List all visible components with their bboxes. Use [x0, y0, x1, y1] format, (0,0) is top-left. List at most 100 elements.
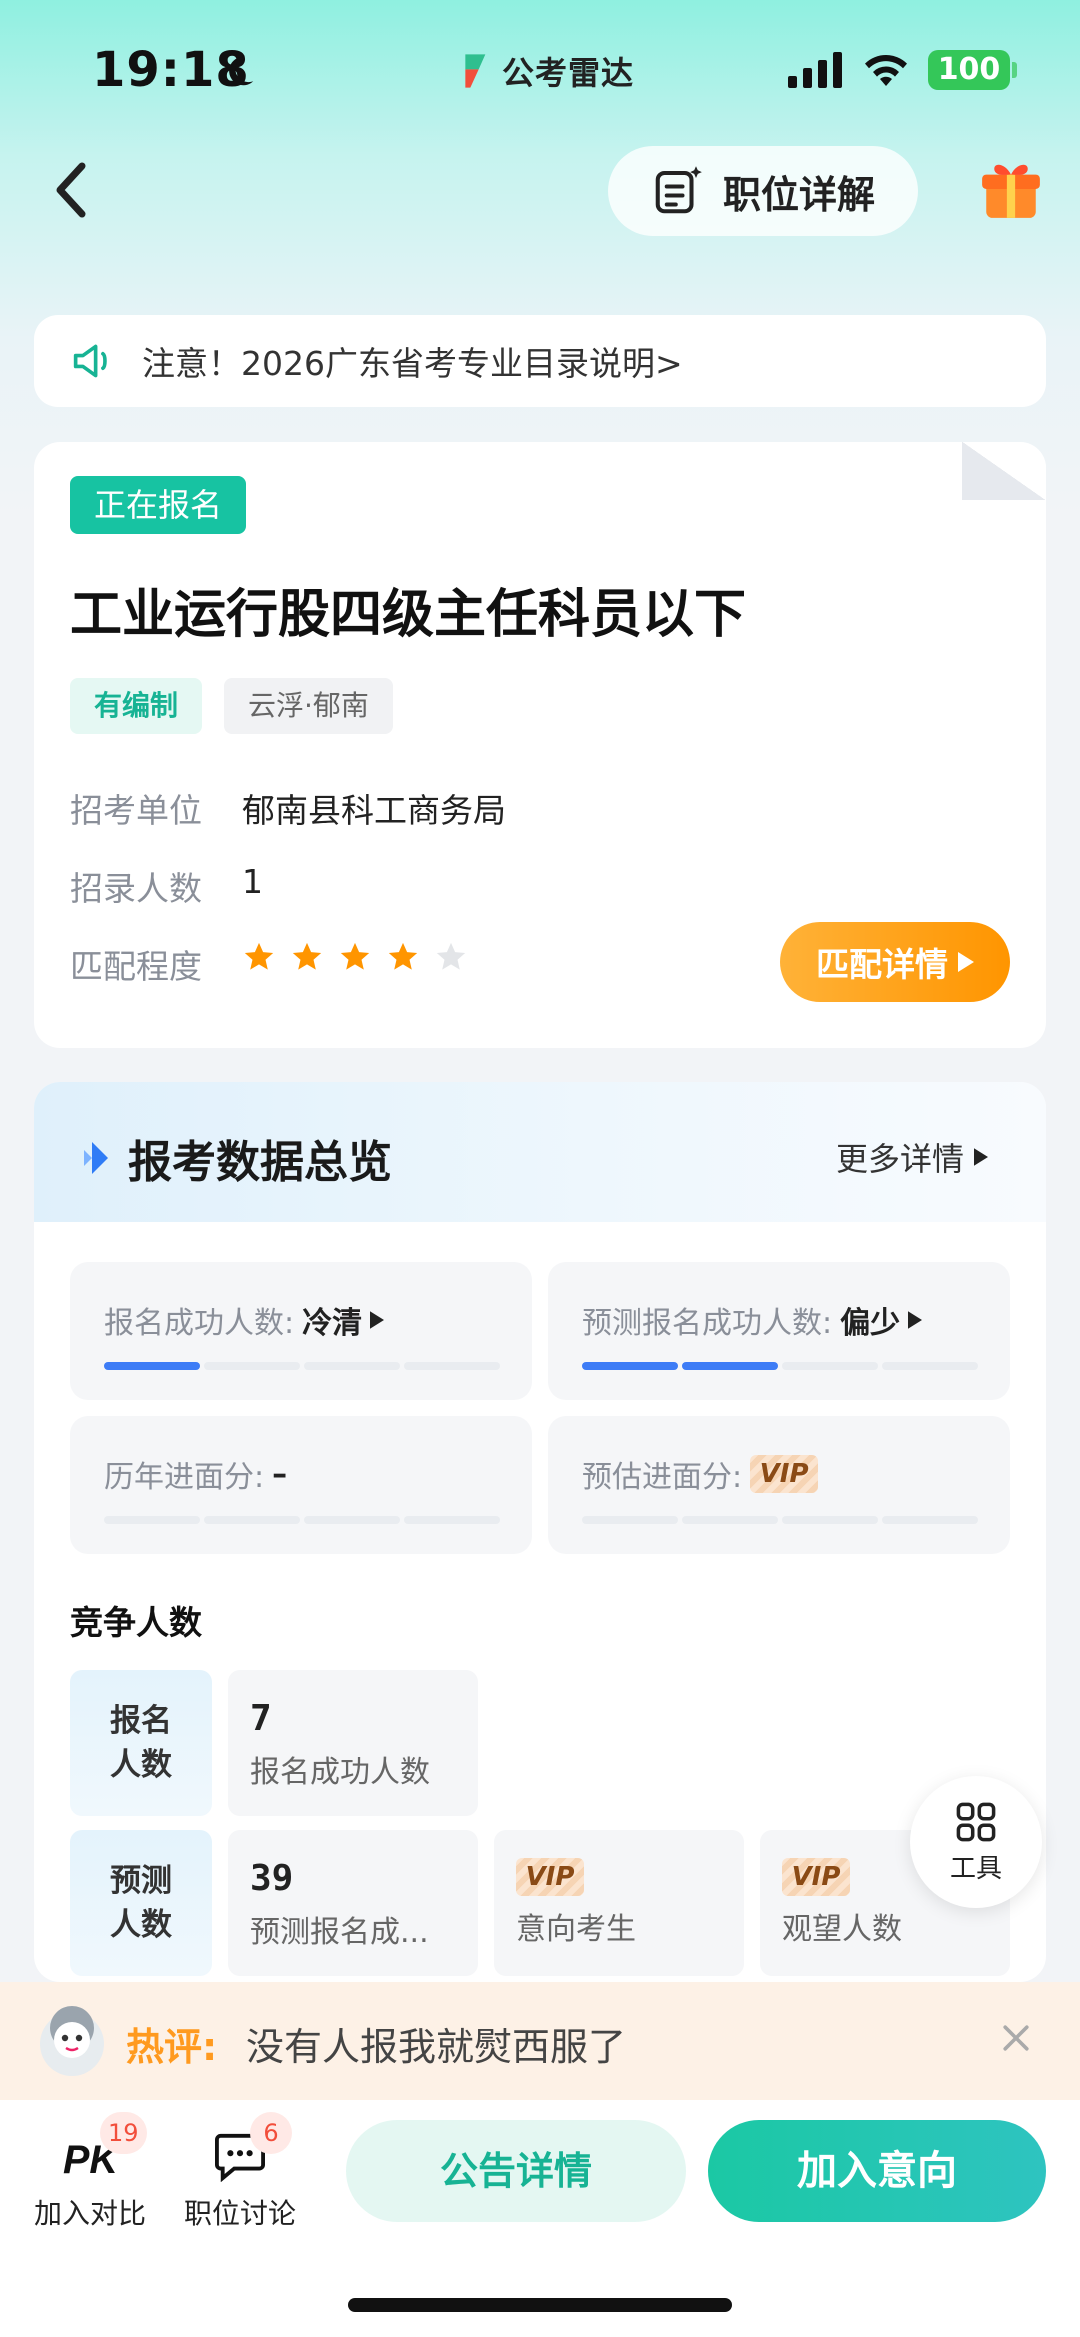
stat-history-text: 历年进面分: –: [104, 1452, 287, 1496]
level-segment: [404, 1516, 500, 1524]
row-label-registered: 报名人数: [70, 1670, 212, 1816]
stat-level-bar: [104, 1362, 500, 1370]
level-segment: [682, 1516, 778, 1524]
home-indicator: [348, 2298, 732, 2312]
stat-history-score: 历年进面分: –: [70, 1416, 532, 1554]
level-segment: [104, 1362, 200, 1370]
avatar: [40, 2006, 104, 2076]
level-segment: [782, 1516, 878, 1524]
star-empty-icon: [436, 942, 466, 970]
vip-badge: VIP: [782, 1858, 850, 1896]
stat-predicted-text: 预测报名成功人数: 偏少: [582, 1298, 923, 1342]
status-badge: 正在报名: [70, 476, 247, 534]
grid-icon: [956, 1802, 996, 1841]
stat-estimated-text: 预估进面分: VIP: [582, 1452, 819, 1496]
announcement-detail-button[interactable]: 公告详情: [346, 2120, 686, 2222]
stat-level-bar: [582, 1516, 978, 1524]
add-compare-label: 加入对比: [34, 2197, 147, 2230]
diamond-icon: [84, 1142, 108, 1174]
tools-label: 工具: [949, 1853, 1002, 1884]
registered-count-cell: 7 报名成功人数: [228, 1670, 478, 1816]
cellular-signal-icon: [788, 52, 842, 88]
stat-label: 历年进面分:: [104, 1460, 265, 1495]
stat-label: 报名成功人数:: [104, 1306, 295, 1341]
match-stars: [242, 940, 468, 974]
document-sparkle-icon: [655, 166, 702, 214]
level-segment: [304, 1516, 400, 1524]
stat-level-bar: [104, 1516, 500, 1524]
stat-value: –: [272, 1456, 288, 1492]
star-filled-icon: [388, 942, 418, 970]
star-filled-icon: [244, 942, 274, 970]
job-card: 正在报名 工业运行股四级主任科员以下 有编制 云浮·郁南 招考单位 郁南县科工商…: [34, 442, 1046, 1048]
page-fold-decoration: [962, 442, 1046, 500]
level-segment: [582, 1362, 678, 1370]
match-detail-label: 匹配详情: [816, 945, 948, 984]
gift-icon[interactable]: [978, 156, 1044, 222]
back-icon[interactable]: [52, 160, 88, 220]
stat-estimated-score[interactable]: 预估进面分: VIP: [548, 1416, 1010, 1554]
star-filled-icon: [340, 942, 370, 970]
hot-comment-bar[interactable]: 热评: 没有人报我就熨西服了: [0, 1982, 1080, 2100]
close-icon[interactable]: [998, 2020, 1034, 2056]
data-overview-card: 报考数据总览 更多详情 报名成功人数: 冷清 预测报名成功人数: 偏少 历年进面…: [34, 1082, 1046, 1982]
notice-banner[interactable]: 注意！2026广东省考专业目录说明>: [34, 315, 1046, 407]
discussion-label: 职位讨论: [184, 2197, 297, 2230]
registered-count-number: 7: [250, 1698, 272, 1739]
row-label-text: 报名人数: [110, 1703, 172, 1783]
vip-badge: VIP: [750, 1455, 819, 1493]
brand-logo-icon: [465, 54, 486, 88]
stat-predicted[interactable]: 预测报名成功人数: 偏少: [548, 1262, 1010, 1400]
level-segment: [104, 1516, 200, 1524]
level-segment: [882, 1516, 978, 1524]
play-arrow-icon: [370, 1311, 385, 1329]
hot-comment-text: 没有人报我就熨西服了: [246, 2025, 627, 2069]
add-intention-button[interactable]: 加入意向: [708, 2120, 1046, 2222]
speaker-icon: [73, 344, 107, 378]
match-degree-label: 匹配程度: [70, 947, 202, 986]
stat-label: 预测报名成功人数:: [582, 1306, 833, 1341]
discussion-count-badge: 6: [250, 2112, 292, 2154]
vip-badge: VIP: [516, 1858, 584, 1896]
stat-level-bar: [582, 1362, 978, 1370]
moon-icon: [229, 56, 254, 86]
stat-value: 偏少: [840, 1306, 901, 1341]
predicted-count-cell: 39 预测报名成...: [228, 1830, 478, 1976]
wifi-icon: [865, 55, 907, 86]
predicted-count-desc: 预测报名成...: [250, 1915, 429, 1950]
intended-candidates-desc: 意向考生: [516, 1912, 636, 1947]
recruiting-unit-label: 招考单位: [70, 791, 202, 830]
position-analysis-button[interactable]: 职位详解: [608, 146, 918, 236]
hot-comment-label: 热评:: [126, 2025, 218, 2069]
stat-registered[interactable]: 报名成功人数: 冷清: [70, 1262, 532, 1400]
level-segment: [882, 1362, 978, 1370]
position-analysis-label: 职位详解: [722, 172, 875, 217]
predicted-count-number: 39: [250, 1858, 294, 1899]
play-arrow-icon: [958, 952, 974, 972]
level-segment: [304, 1362, 400, 1370]
registered-count-desc: 报名成功人数: [250, 1755, 430, 1790]
battery-tip: [1012, 62, 1017, 78]
intended-candidates-cell[interactable]: VIP 意向考生: [494, 1830, 744, 1976]
row-label-predicted: 预测人数: [70, 1830, 212, 1976]
app-brand-name: 公考雷达: [502, 54, 635, 92]
competition-title: 竞争人数: [70, 1603, 202, 1642]
tools-button[interactable]: 工具: [910, 1776, 1042, 1908]
stat-label: 预估进面分:: [582, 1460, 743, 1495]
level-segment: [582, 1516, 678, 1524]
recruiting-unit-value: 郁南县科工商务局: [242, 791, 506, 830]
notice-text: 注意！2026广东省考专业目录说明>: [142, 344, 683, 383]
headcount-label: 招录人数: [70, 869, 202, 908]
stat-registered-text: 报名成功人数: 冷清: [104, 1298, 385, 1342]
tag-location: 云浮·郁南: [224, 678, 393, 734]
match-detail-button[interactable]: 匹配详情: [780, 922, 1010, 1002]
star-filled-icon: [292, 942, 322, 970]
battery-indicator: 100: [928, 50, 1010, 90]
headcount-value: 1: [242, 862, 263, 901]
app-brand: 公考雷达: [460, 48, 634, 94]
level-segment: [204, 1516, 300, 1524]
stat-value: 冷清: [302, 1306, 363, 1341]
more-details-link[interactable]: 更多详情: [836, 1134, 989, 1180]
play-arrow-icon: [974, 1148, 989, 1166]
row-label-text: 预测人数: [110, 1863, 172, 1943]
